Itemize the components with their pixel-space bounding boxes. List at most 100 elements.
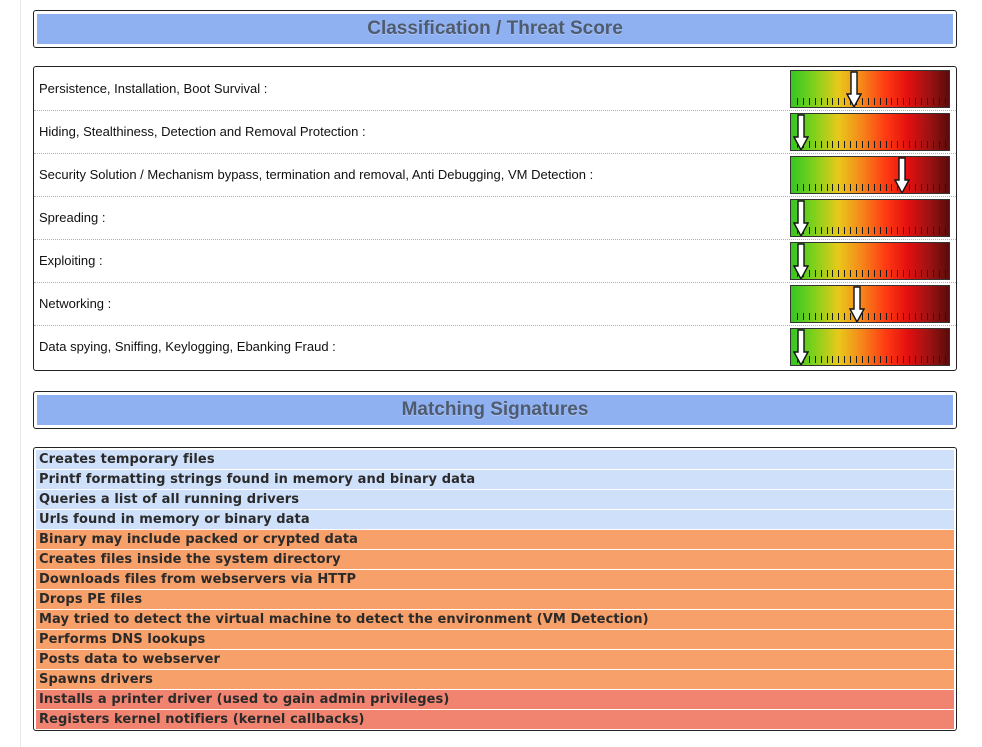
meter-tick	[915, 270, 916, 277]
meter-tick	[826, 270, 828, 277]
meter-tick	[891, 270, 893, 277]
meter-tick	[909, 356, 911, 363]
signature-row-info: Queries a list of all running drivers	[36, 490, 954, 509]
meter-tick	[938, 141, 940, 148]
threat-category-label: Data spying, Sniffing, Keylogging, Ebank…	[39, 339, 336, 354]
meter-tick	[909, 270, 911, 277]
threat-meter	[790, 328, 950, 366]
meter-tick	[920, 98, 922, 105]
meter-tick	[856, 184, 857, 191]
threat-category-label: Spreading :	[39, 210, 106, 225]
meter-tick	[808, 98, 810, 105]
meter-tick	[920, 313, 922, 320]
meter-ticks	[797, 98, 947, 105]
meter-tick	[897, 227, 899, 234]
meter-tick	[802, 313, 804, 320]
meter-tick	[867, 356, 869, 363]
threat-row: Hiding, Stealthiness, Detection and Remo…	[34, 110, 956, 154]
meter-ticks	[797, 141, 947, 148]
meter-tick	[938, 356, 940, 363]
down-arrow-icon	[846, 71, 863, 107]
down-arrow-icon	[793, 200, 809, 236]
meter-tick	[820, 98, 822, 105]
meter-tick	[867, 270, 869, 277]
meter-tick	[903, 356, 905, 363]
threat-category-label: Hiding, Stealthiness, Detection and Remo…	[39, 124, 366, 139]
meter-tick	[944, 270, 946, 277]
threat-row: Spreading :	[34, 196, 956, 240]
meter-tick	[832, 184, 834, 191]
meter-tick	[879, 356, 881, 363]
threat-category-label: Exploiting :	[39, 253, 103, 268]
meter-tick	[944, 227, 946, 234]
meter-tick	[861, 356, 863, 363]
meter-tick	[938, 184, 940, 191]
meter-tick	[926, 270, 928, 277]
meter-tick	[850, 141, 852, 148]
meter-tick	[891, 184, 893, 191]
meter-tick	[832, 141, 834, 148]
meter-tick	[926, 313, 928, 320]
meter-tick	[856, 227, 857, 234]
meter-tick	[879, 141, 881, 148]
threat-row: Security Solution / Mechanism bypass, te…	[34, 153, 956, 197]
meter-tick	[873, 313, 875, 320]
meter-tick	[832, 313, 834, 320]
meter-tick	[915, 184, 916, 191]
meter-tick	[873, 356, 875, 363]
meter-tick	[832, 356, 834, 363]
meter-tick	[879, 270, 881, 277]
meter-tick	[856, 270, 857, 277]
classification-title: Classification / Threat Score	[37, 14, 953, 44]
meter-tick	[938, 227, 940, 234]
meter-tick	[879, 98, 881, 105]
meter-tick	[873, 184, 875, 191]
meter-tick	[797, 313, 798, 320]
meter-tick	[873, 227, 875, 234]
meter-tick	[826, 184, 828, 191]
meter-tick	[932, 98, 934, 105]
meter-tick	[814, 270, 816, 277]
down-arrow-icon	[793, 243, 809, 279]
meter-tick	[844, 98, 846, 105]
meter-tick	[944, 184, 946, 191]
meter-ticks	[797, 184, 947, 191]
meter-tick	[903, 270, 905, 277]
meter-ticks	[797, 313, 947, 320]
meter-tick	[885, 98, 887, 105]
meter-tick	[844, 313, 846, 320]
threat-category-label: Persistence, Installation, Boot Survival…	[39, 81, 268, 96]
signature-row-warn: Performs DNS lookups	[36, 630, 954, 649]
meter-tick	[926, 141, 928, 148]
meter-tick	[909, 227, 911, 234]
meter-tick	[897, 98, 899, 105]
meter-tick	[903, 141, 905, 148]
meter-tick	[891, 98, 893, 105]
meter-tick	[838, 270, 840, 277]
threat-row: Data spying, Sniffing, Keylogging, Ebank…	[34, 325, 956, 368]
meter-tick	[891, 141, 893, 148]
meter-tick	[926, 356, 928, 363]
meter-tick	[850, 270, 852, 277]
down-arrow-icon	[893, 157, 910, 193]
meter-tick	[915, 356, 916, 363]
classification-header: Classification / Threat Score	[33, 10, 957, 48]
signature-row-info: Urls found in memory or binary data	[36, 510, 954, 529]
threat-meter	[790, 156, 950, 194]
meter-tick	[873, 270, 875, 277]
meter-tick	[867, 227, 869, 234]
meter-tick	[909, 313, 911, 320]
meter-tick	[838, 141, 840, 148]
meter-tick	[814, 356, 816, 363]
threat-row: Networking :	[34, 282, 956, 326]
meter-tick	[903, 313, 905, 320]
meter-tick	[885, 270, 887, 277]
meter-tick	[844, 270, 846, 277]
meter-tick	[850, 227, 852, 234]
meter-tick	[885, 356, 887, 363]
threat-row: Exploiting :	[34, 239, 956, 283]
meter-tick	[891, 227, 893, 234]
meter-ticks	[797, 270, 947, 277]
meter-tick	[802, 98, 804, 105]
signature-row-info: Printf formatting strings found in memor…	[36, 470, 954, 489]
